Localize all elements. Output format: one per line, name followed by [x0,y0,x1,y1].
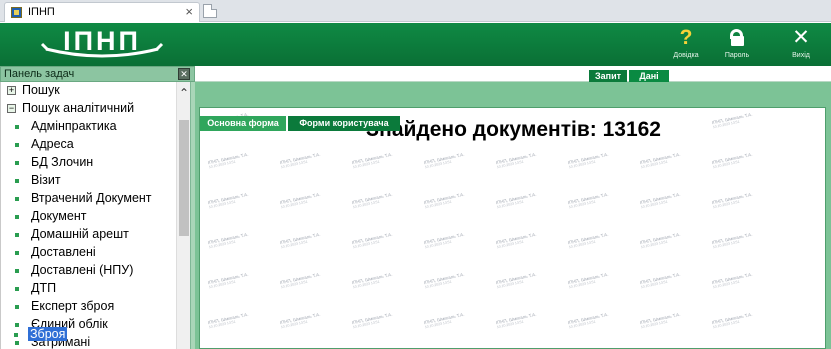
watermark-stamp: ІПНП, Шмигаль Т.А.10.10.2023 13:51 [351,192,393,210]
expand-icon[interactable]: + [7,86,16,95]
watermark-stamp: ІПНП, Шмигаль Т.А.10.10.2023 13:51 [207,232,249,250]
help-button[interactable]: ? Довідка [664,26,708,60]
watermark-stamp: ІПНП, Шмигаль Т.А.10.10.2023 13:51 [567,312,609,330]
task-tree: + Пошук − Пошук аналітичний Адмінпрактик… [0,82,176,349]
watermark-stamp: ІПНП, Шмигаль Т.А.10.10.2023 13:51 [567,232,609,250]
watermark-stamp: ІПНП, Шмигаль Т.А.10.10.2023 13:51 [639,272,681,290]
watermark-stamp: ІПНП, Шмигаль Т.А.10.10.2023 13:51 [279,192,321,210]
tree-item-label: Втрачений Документ [31,191,152,205]
watermark-stamp: ІПНП, Шмигаль Т.А.10.10.2023 13:51 [495,272,537,290]
watermark-stamp: ІПНП, Шмигаль Т.А.10.10.2023 13:51 [351,272,393,290]
task-panel-header: Панель задач ✕ [0,66,195,82]
bullet-icon [15,143,19,147]
browser-tab-strip: ІПНП × [0,0,831,22]
watermark-stamp: ІПНП, Шмигаль Т.А.10.10.2023 13:51 [711,152,753,170]
bullet-icon [15,161,19,165]
watermark-stamp: ІПНП, Шмигаль Т.А.10.10.2023 13:51 [495,312,537,330]
browser-tab[interactable]: ІПНП × [4,2,200,22]
tree-item-label: Адмінпрактика [31,119,117,133]
logo-text: ІПНП [63,26,141,56]
watermark-stamp: ІПНП, Шмигаль Т.А.10.10.2023 13:51 [423,272,465,290]
watermark-stamp: ІПНП, Шмигаль Т.А.10.10.2023 13:51 [639,312,681,330]
bullet-icon [14,333,18,337]
bullet-icon [15,269,19,273]
lock-icon [715,27,759,49]
app-favicon-icon [11,7,22,18]
bullet-icon [15,233,19,237]
help-label: Довідка [673,52,699,59]
collapse-panel-icon[interactable]: ✕ [178,68,190,80]
task-panel-title: Панель задач [4,68,75,80]
tree-item-label: Візит [31,173,61,187]
exit-label: Вихід [792,52,810,59]
password-label: Пароль [724,52,750,59]
browser-tab-title: ІПНП [28,6,55,18]
watermark-stamp: ІПНП, Шмигаль Т.А.10.10.2023 13:51 [279,312,321,330]
exit-button[interactable]: ✕ Вихід [779,26,823,60]
scrollbar-thumb[interactable] [179,120,189,236]
watermark-stamp: ІПНП, Шмигаль Т.А.10.10.2023 13:51 [567,272,609,290]
watermark-stamp: ІПНП, Шмигаль Т.А.10.10.2023 13:51 [351,312,393,330]
watermark-stamp: ІПНП, Шмигаль Т.А.10.10.2023 13:51 [711,272,753,290]
watermark-stamp: ІПНП, Шмигаль Т.А.10.10.2023 13:51 [567,152,609,170]
watermark-stamp: ІПНП, Шмигаль Т.А.10.10.2023 13:51 [279,152,321,170]
watermark-stamp: ІПНП, Шмигаль Т.А.10.10.2023 13:51 [567,192,609,210]
bullet-icon [15,179,19,183]
tab-user-forms[interactable]: Форми користувача [288,116,400,131]
bullet-icon [15,323,19,327]
watermark-stamp: ІПНП, Шмигаль Т.А.10.10.2023 13:51 [639,152,681,170]
bullet-icon [15,197,19,201]
watermark-stamp: ІПНП, Шмигаль Т.А.10.10.2023 13:51 [279,232,321,250]
bullet-icon [15,215,19,219]
watermark-stamp: ІПНП, Шмигаль Т.А.10.10.2023 13:51 [711,192,753,210]
watermark-stamp: ІПНП, Шмигаль Т.А.10.10.2023 13:51 [207,152,249,170]
content-toolbar [195,66,831,82]
watermark-stamp: ІПНП, Шмигаль Т.А.10.10.2023 13:51 [207,272,249,290]
watermark-stamp: ІПНП, Шмигаль Т.А.10.10.2023 13:51 [711,312,753,330]
bullet-icon [15,305,19,309]
app-logo: ІПНП [28,24,176,64]
tree-item-label: Документ [31,209,87,223]
collapse-icon[interactable]: − [7,104,16,113]
watermark-stamp: ІПНП, Шмигаль Т.А.10.10.2023 13:51 [423,312,465,330]
app-header: ІПНП ? Довідка Пароль ✕ Вихід [0,23,831,66]
watermark-stamp: ІПНП, Шмигаль Т.А.10.10.2023 13:51 [711,232,753,250]
watermark-stamp: ІПНП, Шмигаль Т.А.10.10.2023 13:51 [279,272,321,290]
tree-item-label: БД Злочин [31,155,94,169]
bullet-icon [15,125,19,129]
new-tab-icon[interactable] [203,4,217,18]
result-panel: Знайдено документів: 13162 ІПНП, Шмигаль… [199,107,826,349]
tree-item-label: Домашній арешт [31,227,129,241]
tree-item-label: Зброя [28,327,68,341]
watermark-stamp: ІПНП, Шмигаль Т.А.10.10.2023 13:51 [351,152,393,170]
close-tab-icon[interactable]: × [185,4,193,19]
watermark-stamp: ІПНП, Шмигаль Т.А.10.10.2023 13:51 [351,232,393,250]
bullet-icon [15,251,19,255]
tree-node-label: Пошук аналітичний [22,101,135,115]
watermark-stamp: ІПНП, Шмигаль Т.А.10.10.2023 13:51 [639,232,681,250]
watermark-stamp: ІПНП, Шмигаль Т.А.10.10.2023 13:51 [423,192,465,210]
watermark-stamp: ІПНП, Шмигаль Т.А.10.10.2023 13:51 [495,232,537,250]
watermark-stamp: ІПНП, Шмигаль Т.А.10.10.2023 13:51 [207,192,249,210]
tree-item-label: Доставлені (НПУ) [31,263,134,277]
bullet-icon [15,287,19,291]
close-icon: ✕ [792,26,810,49]
watermark-stamp: ІПНП, Шмигаль Т.А.10.10.2023 13:51 [423,152,465,170]
tree-item-label: Доставлені [31,245,96,259]
watermark-stamp: ІПНП, Шмигаль Т.А.10.10.2023 13:51 [495,192,537,210]
tree-item-label: ДТП [31,281,57,295]
password-button[interactable]: Пароль [715,27,759,59]
watermark-stamp: ІПНП, Шмигаль Т.А.10.10.2023 13:51 [639,192,681,210]
bullet-icon [15,341,19,345]
tree-scrollbar[interactable]: ⌃ [176,82,190,349]
tree-item-label: Адреса [31,137,74,151]
scroll-up-icon[interactable]: ⌃ [179,87,189,99]
tree-item-label: Експерт зброя [31,299,115,313]
tree-node-label: Пошук [22,83,60,97]
question-icon: ? [679,26,693,49]
watermark-stamp: ІПНП, Шмигаль Т.А.10.10.2023 13:51 [207,312,249,330]
watermark-stamp: ІПНП, Шмигаль Т.А.10.10.2023 13:51 [495,152,537,170]
watermark-stamp: ІПНП, Шмигаль Т.А.10.10.2023 13:51 [423,232,465,250]
tab-main-form[interactable]: Основна форма [200,116,286,131]
